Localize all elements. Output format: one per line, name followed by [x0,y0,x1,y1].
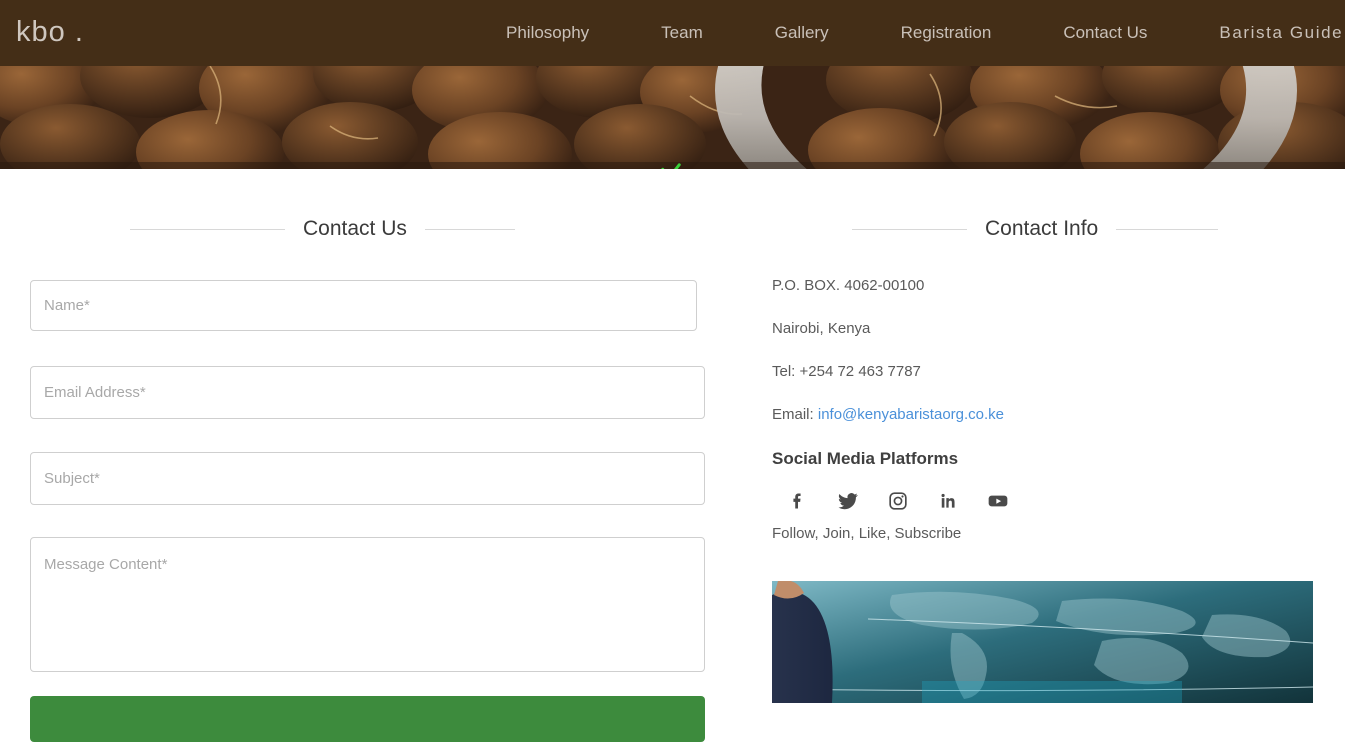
contact-info-column: P.O. BOX. 4062-00100 Nairobi, Kenya Tel:… [772,277,1317,542]
youtube-icon[interactable] [986,489,1010,513]
instagram-icon[interactable] [886,489,910,513]
hero-coffee-beans-image [0,66,1345,169]
telephone-text: Tel: +254 72 463 7787 [772,363,921,380]
nav-item-barista-guide[interactable]: Barista Guide [1183,23,1345,43]
po-box-text: P.O. BOX. 4062-00100 [772,277,925,294]
main-navigation: Philosophy Team Gallery Registration Con… [470,0,1345,66]
twitter-icon[interactable] [836,489,860,513]
social-media-links [786,489,1317,513]
follow-text: Follow, Join, Like, Subscribe [772,525,962,542]
nav-item-label: Barista Guide [1219,23,1344,42]
subject-input[interactable] [30,452,705,505]
contact-form-heading: Contact Us [130,217,515,241]
check-icon [661,163,681,169]
world-map-graphic [772,581,1313,703]
facebook-icon[interactable] [786,489,810,513]
site-header: kbo . Philosophy Team Gallery Registrati… [0,0,1345,66]
hero-banner [0,66,1345,169]
social-media-title: Social Media Platforms [772,449,959,468]
nav-item-team[interactable]: Team [625,23,739,43]
nav-item-contact-us[interactable]: Contact Us [1027,23,1183,43]
page-title: Contact Us [303,217,407,240]
email-line: Email: info@kenyabaristaorg.co.ke [772,406,1317,424]
nav-item-registration[interactable]: Registration [865,23,1028,43]
email-label: Email: [772,406,814,423]
contact-info-heading: Contact Info [852,217,1219,241]
email-input[interactable] [30,366,705,419]
nav-item-gallery[interactable]: Gallery [739,23,865,43]
heading-rule-right [1116,228,1219,230]
city-text: Nairobi, Kenya [772,320,871,337]
nav-item-philosophy[interactable]: Philosophy [470,23,625,43]
message-textarea[interactable] [30,537,705,672]
main-content: Contact Us Contact Info P.O. BOX. 4062-0… [0,169,1345,742]
heading-rule-left [852,228,967,230]
heading-rule-left [130,228,285,230]
name-input[interactable] [30,280,697,331]
promo-image[interactable] [772,581,1313,703]
heading-rule-right [424,228,515,230]
section-title: Contact Info [985,217,1099,240]
email-link[interactable]: info@kenyabaristaorg.co.ke [818,406,1004,423]
site-logo[interactable]: kbo . [16,18,84,47]
linkedin-icon[interactable] [936,489,960,513]
contact-form [30,280,705,742]
